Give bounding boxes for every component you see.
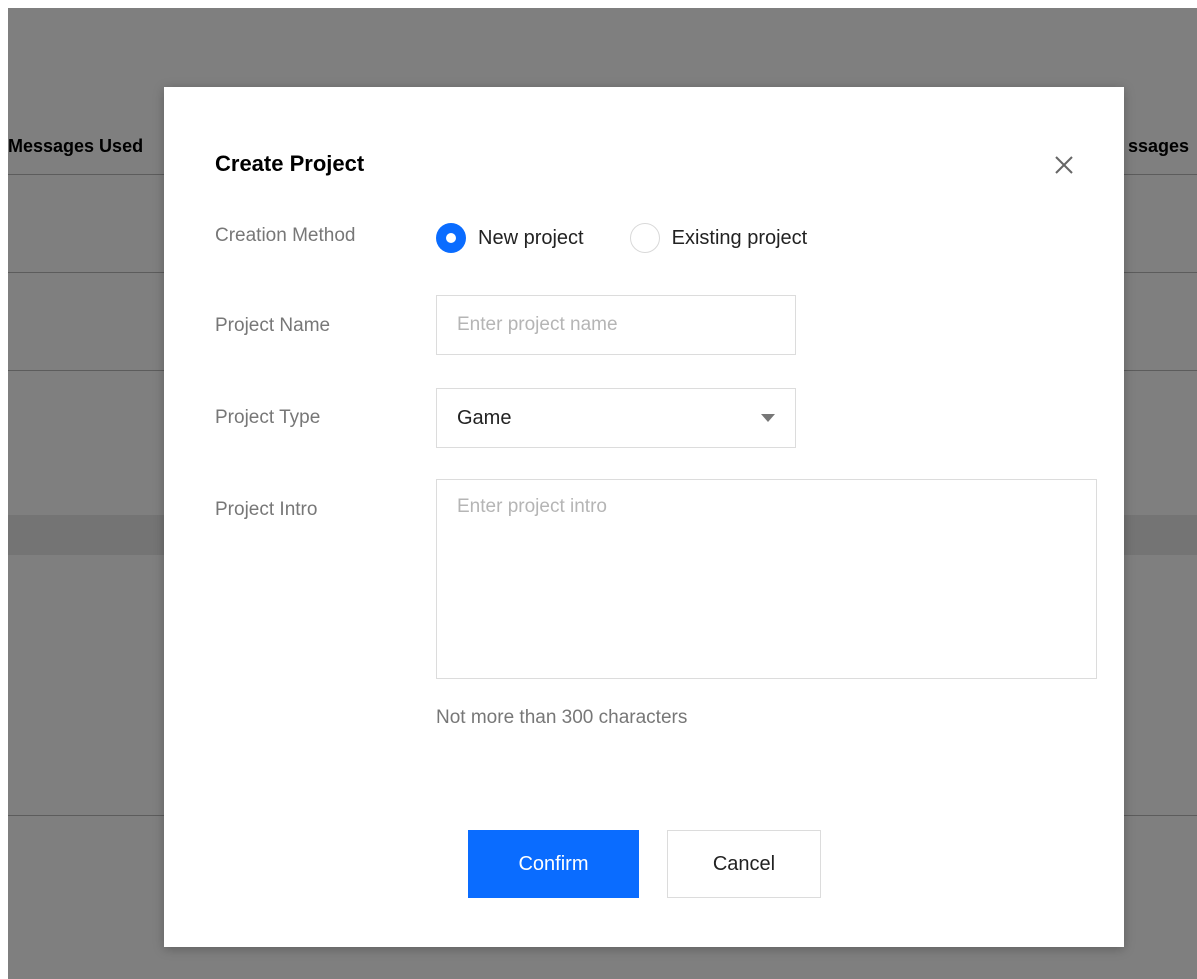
project-intro-hint: Not more than 300 characters	[436, 707, 688, 728]
dialog-title: Create Project	[215, 151, 365, 176]
creation-method-radio-group: New project Existing project	[436, 223, 853, 253]
project-type-value: Game	[457, 406, 512, 429]
project-name-input[interactable]	[436, 295, 796, 355]
close-icon[interactable]	[1052, 153, 1076, 177]
project-type-label: Project Type	[215, 407, 321, 428]
radio-existing-project-label: Existing project	[671, 226, 808, 249]
project-type-select[interactable]: Game	[436, 388, 796, 448]
radio-unchecked-icon	[629, 223, 660, 253]
create-project-dialog: Create Project Creation Method New proje…	[164, 87, 1124, 947]
project-name-label: Project Name	[215, 315, 331, 336]
radio-new-project[interactable]: New project	[436, 223, 584, 253]
project-intro-label: Project Intro	[215, 499, 318, 520]
radio-new-project-label: New project	[478, 226, 584, 249]
caret-down-icon	[761, 414, 775, 422]
creation-method-label: Creation Method	[215, 225, 356, 246]
radio-checked-icon	[436, 223, 466, 253]
cancel-button[interactable]: Cancel	[667, 830, 821, 898]
project-intro-textarea[interactable]	[436, 479, 1097, 679]
confirm-button[interactable]: Confirm	[468, 830, 639, 898]
radio-existing-project[interactable]: Existing project	[629, 223, 808, 253]
